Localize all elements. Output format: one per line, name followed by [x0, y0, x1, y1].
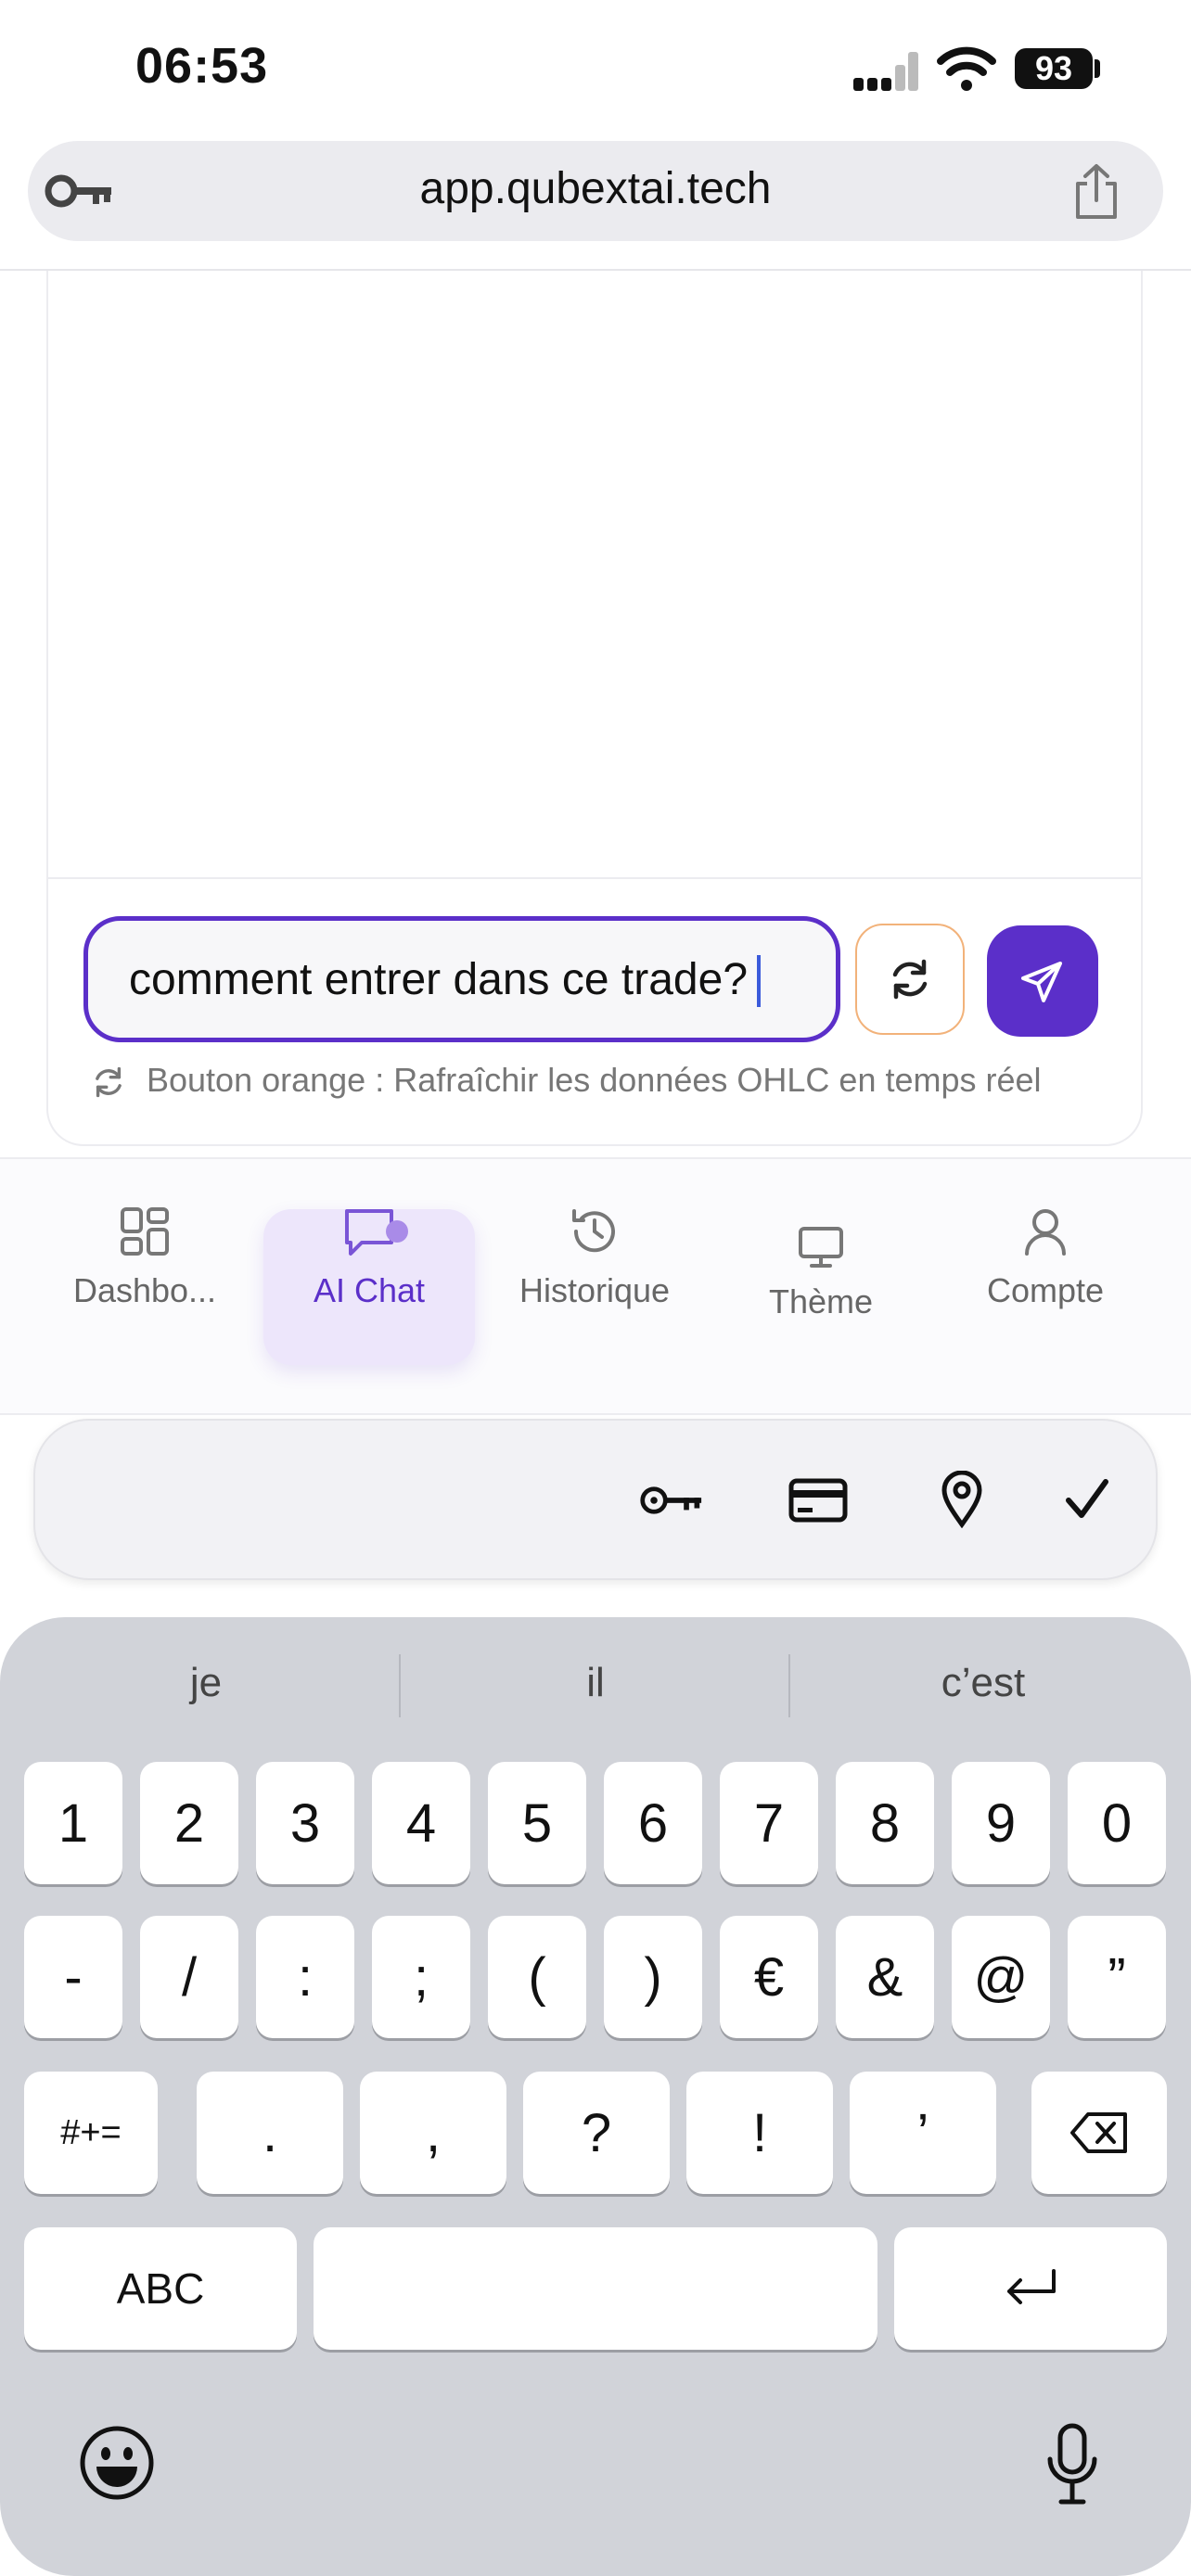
key[interactable]: ” — [1068, 1916, 1166, 2038]
cellular-signal-icon — [853, 52, 918, 91]
key[interactable]: ( — [488, 1916, 586, 2038]
key[interactable]: ? — [523, 2072, 670, 2194]
key[interactable]: 9 — [952, 1762, 1050, 1884]
refresh-hint-text: Bouton orange : Rafraîchir les données O… — [147, 1061, 1042, 1099]
key[interactable]: ) — [604, 1916, 702, 2038]
key[interactable]: 4 — [372, 1762, 470, 1884]
chat-message-input[interactable] — [83, 916, 840, 1042]
key[interactable]: 1 — [24, 1762, 122, 1884]
key[interactable]: ! — [686, 2072, 833, 2194]
space-key[interactable] — [314, 2227, 877, 2350]
nav-label-theme: Thème — [768, 1282, 874, 1320]
user-icon — [1025, 1209, 1066, 1256]
nav-label-ai-chat: AI Chat — [313, 1271, 426, 1309]
key[interactable]: ’ — [850, 2072, 996, 2194]
key[interactable]: & — [836, 1916, 934, 2038]
abc-key[interactable]: ABC — [24, 2227, 297, 2350]
return-key[interactable] — [894, 2227, 1167, 2350]
key[interactable]: 5 — [488, 1762, 586, 1884]
key[interactable]: 0 — [1068, 1762, 1166, 1884]
history-icon — [572, 1209, 615, 1253]
key[interactable]: 7 — [720, 1762, 818, 1884]
key[interactable]: / — [140, 1916, 238, 2038]
key[interactable]: @ — [952, 1916, 1050, 2038]
notification-dot — [386, 1220, 408, 1243]
key[interactable]: . — [197, 2072, 343, 2194]
backspace-key[interactable] — [1031, 2072, 1167, 2194]
key[interactable]: 8 — [836, 1762, 934, 1884]
credit-card-icon[interactable] — [788, 1478, 848, 1523]
monitor-icon — [799, 1227, 843, 1268]
key-icon[interactable] — [638, 1482, 703, 1519]
nav-label-dashboard: Dashbo... — [72, 1271, 217, 1309]
text-caret — [757, 955, 761, 1007]
suggestion-1[interactable]: je — [67, 1660, 345, 1706]
refresh-icon — [892, 959, 928, 1000]
send-icon — [1021, 962, 1062, 1002]
battery-indicator: 93 — [1015, 48, 1093, 89]
backspace-icon — [1070, 2112, 1127, 2153]
nav-label-compte: Compte — [986, 1271, 1105, 1309]
url-text[interactable]: app.qubextai.tech — [0, 163, 1191, 214]
suggestion-3[interactable]: c’est — [844, 1660, 1122, 1706]
nav-item-theme[interactable]: Thème — [714, 1226, 928, 1321]
nav-item-dashboard[interactable]: Dashbo... — [38, 1205, 251, 1310]
wifi-icon — [937, 46, 996, 91]
suggestion-divider — [788, 1654, 790, 1717]
send-button[interactable] — [987, 925, 1098, 1037]
key[interactable]: 6 — [604, 1762, 702, 1884]
key[interactable]: ; — [372, 1916, 470, 2038]
battery-nub — [1095, 59, 1100, 78]
emoji-icon[interactable] — [78, 2424, 156, 2502]
dashboard-icon — [121, 1207, 169, 1256]
nav-item-compte[interactable]: Compte — [939, 1205, 1152, 1310]
chat-divider — [46, 877, 1143, 879]
share-icon[interactable] — [1070, 163, 1122, 221]
nav-item-ai-chat[interactable]: AI Chat — [263, 1205, 476, 1310]
refresh-hint-icon — [96, 1066, 122, 1098]
key[interactable]: - — [24, 1916, 122, 2038]
key[interactable]: , — [360, 2072, 506, 2194]
suggestion-divider — [399, 1654, 401, 1717]
microphone-icon[interactable] — [1044, 2422, 1100, 2506]
location-pin-icon[interactable] — [941, 1471, 983, 1528]
return-icon — [1007, 2269, 1056, 2304]
nav-item-historique[interactable]: Historique — [488, 1205, 701, 1310]
suggestion-2[interactable]: il — [456, 1660, 735, 1706]
nav-label-historique: Historique — [519, 1271, 671, 1309]
status-time: 06:53 — [135, 38, 269, 94]
refresh-ohlc-button[interactable] — [855, 924, 965, 1035]
autofill-bar — [33, 1419, 1158, 1580]
symbols-toggle-key[interactable]: #+= — [24, 2072, 158, 2194]
key[interactable]: 3 — [256, 1762, 354, 1884]
key[interactable]: € — [720, 1916, 818, 2038]
key[interactable]: 2 — [140, 1762, 238, 1884]
key[interactable]: : — [256, 1916, 354, 2038]
checkmark-icon[interactable] — [1065, 1478, 1109, 1521]
